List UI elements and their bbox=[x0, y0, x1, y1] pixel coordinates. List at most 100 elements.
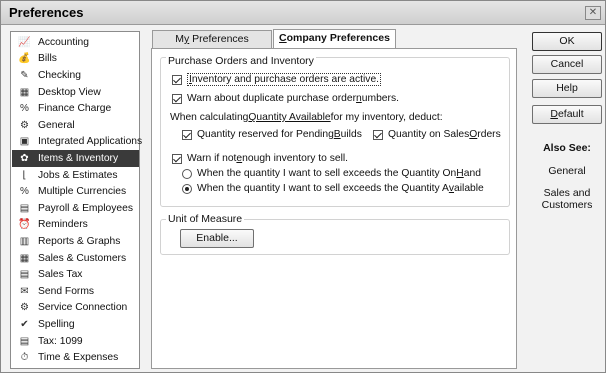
label-text: When the quantity I want to sell exceeds… bbox=[197, 183, 449, 194]
sidebar-item-label: Jobs & Estimates bbox=[38, 169, 118, 181]
sidebar-item-label: Sales & Customers bbox=[38, 252, 127, 264]
inventory-active-checkbox[interactable] bbox=[172, 74, 182, 85]
tab-label-part: ompany Preferences bbox=[286, 32, 390, 44]
general-icon: ⚙ bbox=[20, 119, 29, 131]
tab-label-part: M bbox=[175, 33, 184, 45]
quantity-on-hand-option[interactable]: When the quantity I want to sell exceeds… bbox=[182, 168, 481, 179]
quantity-on-hand-radio[interactable] bbox=[182, 168, 192, 179]
label-text: nough inventory to sell. bbox=[242, 153, 349, 164]
unit-of-measure-title: Unit of Measure bbox=[166, 213, 245, 225]
sidebar-item-service-connection[interactable]: ⚙ Service Connection bbox=[12, 300, 139, 317]
label-text: Quantity reserved for Pending bbox=[197, 129, 334, 140]
sidebar-item-label: Time & Expenses bbox=[38, 352, 119, 364]
help-button[interactable]: Help bbox=[532, 79, 602, 98]
integrated-applications-icon: ▣ bbox=[19, 136, 30, 148]
window-title: Preferences bbox=[9, 5, 84, 20]
sidebar-item-sales-customers[interactable]: ▦ Sales & Customers bbox=[12, 250, 139, 267]
also-see-sales-customers-link[interactable]: Sales and Customers bbox=[532, 187, 602, 211]
sidebar-item-items-inventory[interactable]: ✿ Items & Inventory bbox=[12, 150, 139, 167]
sales-customers-icon: ▦ bbox=[19, 252, 30, 264]
also-see-title: Also See: bbox=[543, 142, 591, 154]
sidebar-item-tax-1099[interactable]: ▤ Tax: 1099 bbox=[12, 333, 139, 350]
tab-label-accel: C bbox=[279, 32, 287, 44]
preference-category-list[interactable]: 📈 Accounting 💰 Bills ✎ Checking ▦ Desktop Vi… bbox=[10, 31, 142, 369]
pending-builds-checkbox[interactable] bbox=[182, 129, 192, 140]
sales-orders-checkbox[interactable] bbox=[373, 129, 383, 140]
items-inventory-icon: ✿ bbox=[20, 152, 29, 164]
sidebar-item-accounting[interactable]: 📈 Accounting bbox=[12, 34, 139, 51]
desktop-view-icon: ▦ bbox=[19, 86, 30, 98]
purchase-orders-group-title: Purchase Orders and Inventory bbox=[166, 55, 316, 67]
label-text: Warn if not bbox=[187, 153, 237, 164]
quantity-available-radio[interactable] bbox=[182, 183, 192, 194]
label-text: uilds bbox=[340, 129, 362, 140]
sidebar-item-bills[interactable]: 💰 Bills bbox=[12, 51, 139, 68]
accel-key: O bbox=[469, 129, 478, 140]
quantity-available-link[interactable]: Quantity Available bbox=[248, 112, 330, 123]
sidebar-item-spelling[interactable]: ✔ Spelling bbox=[12, 316, 139, 333]
sidebar-item-label: Desktop View bbox=[38, 86, 101, 98]
accel-key: D bbox=[550, 108, 558, 120]
time-expenses-icon: ⏱ bbox=[20, 352, 29, 364]
tax-1099-icon: ▤ bbox=[19, 335, 30, 347]
sidebar-item-desktop-view[interactable]: ▦ Desktop View bbox=[12, 84, 139, 101]
spelling-icon: ✔ bbox=[20, 318, 29, 330]
sidebar-item-payroll-employees[interactable]: ▤ Payroll & Employees bbox=[12, 200, 139, 217]
sales-orders-option[interactable]: Quantity on Sales Orders bbox=[373, 129, 501, 140]
warn-not-enough-checkbox[interactable] bbox=[172, 153, 182, 164]
inventory-active-option[interactable]: Inventory and purchase orders are active… bbox=[172, 73, 382, 86]
sales-tax-icon: ▤ bbox=[19, 269, 30, 281]
service-connection-icon: ⚙ bbox=[20, 302, 29, 314]
sidebar-item-time-expenses[interactable]: ⏱ Time & Expenses bbox=[12, 349, 139, 366]
tab-my-preferences[interactable]: My Preferences bbox=[152, 30, 272, 49]
sidebar-item-label: Finance Charge bbox=[38, 103, 112, 115]
sidebar-item-send-forms[interactable]: ✉ Send Forms bbox=[12, 283, 139, 300]
label-text: and bbox=[463, 168, 481, 179]
preferences-window: Preferences ✕ 📈 Accounting 💰 Bills ✎ Checki… bbox=[0, 0, 606, 373]
sidebar-item-label: Multiple Currencies bbox=[38, 186, 127, 198]
label-text: nventory and purchase orders are active. bbox=[191, 74, 380, 85]
sidebar-item-reminders[interactable]: ⏰ Reminders bbox=[12, 217, 139, 234]
label-text: When calculating bbox=[170, 112, 249, 123]
sidebar-item-general[interactable]: ⚙ General bbox=[12, 117, 139, 134]
label-text: Warn about duplicate purchase order bbox=[187, 93, 357, 104]
accounting-icon: 📈 bbox=[18, 36, 31, 48]
sidebar-item-jobs-estimates[interactable]: ⌊ Jobs & Estimates bbox=[12, 167, 139, 184]
warn-duplicate-po-option[interactable]: Warn about duplicate purchase order n umb… bbox=[172, 93, 399, 104]
cancel-button[interactable]: Cancel bbox=[532, 55, 602, 74]
inventory-active-label: Inventory and purchase orders are active… bbox=[187, 73, 382, 86]
bills-icon: 💰 bbox=[18, 53, 31, 65]
sidebar-item-checking[interactable]: ✎ Checking bbox=[12, 67, 139, 84]
sidebar-item-label: Spelling bbox=[38, 318, 75, 330]
also-see-general-link[interactable]: General bbox=[532, 165, 602, 177]
tab-company-preferences[interactable]: Company Preferences bbox=[273, 29, 396, 49]
reminders-icon: ⏰ bbox=[18, 219, 31, 231]
sidebar-item-reports-graphs[interactable]: ▥ Reports & Graphs bbox=[12, 233, 139, 250]
reports-graphs-icon: ▥ bbox=[19, 235, 30, 247]
sidebar-item-label: General bbox=[38, 119, 75, 131]
default-button[interactable]: Default bbox=[532, 105, 602, 124]
sidebar-item-sales-tax[interactable]: ▤ Sales Tax bbox=[12, 266, 139, 283]
sidebar-item-label: Checking bbox=[38, 69, 81, 81]
warn-duplicate-po-checkbox[interactable] bbox=[172, 93, 182, 104]
enable-button[interactable]: Enable... bbox=[180, 229, 254, 248]
accel-key: B bbox=[333, 129, 341, 140]
sidebar-item-multiple-currencies[interactable]: % Multiple Currencies bbox=[12, 183, 139, 200]
sidebar-item-integrated-applications[interactable]: ▣ Integrated Applications bbox=[12, 134, 142, 151]
close-icon[interactable]: ✕ bbox=[585, 6, 601, 20]
ok-button[interactable]: OK bbox=[532, 32, 602, 51]
company-preferences-panel: Purchase Orders and Inventory Inventory … bbox=[151, 48, 517, 369]
label-text: ailable bbox=[454, 183, 484, 194]
quantity-available-caption: When calculating Quantity Available for … bbox=[170, 112, 443, 123]
multiple-currencies-icon: % bbox=[20, 186, 29, 198]
sidebar-item-finance-charge[interactable]: % Finance Charge bbox=[12, 100, 139, 117]
warn-not-enough-option[interactable]: Warn if not e nough inventory to sell. bbox=[172, 153, 348, 164]
accel-key: H bbox=[456, 168, 464, 179]
checking-icon: ✎ bbox=[20, 69, 29, 81]
send-forms-icon: ✉ bbox=[20, 285, 29, 297]
quantity-available-option[interactable]: When the quantity I want to sell exceeds… bbox=[182, 183, 484, 194]
title-bar: Preferences ✕ bbox=[1, 1, 605, 25]
sidebar-item-label: Send Forms bbox=[38, 285, 95, 297]
sidebar-item-label: Items & Inventory bbox=[38, 152, 119, 164]
pending-builds-option[interactable]: Quantity reserved for Pending Builds bbox=[182, 129, 362, 140]
